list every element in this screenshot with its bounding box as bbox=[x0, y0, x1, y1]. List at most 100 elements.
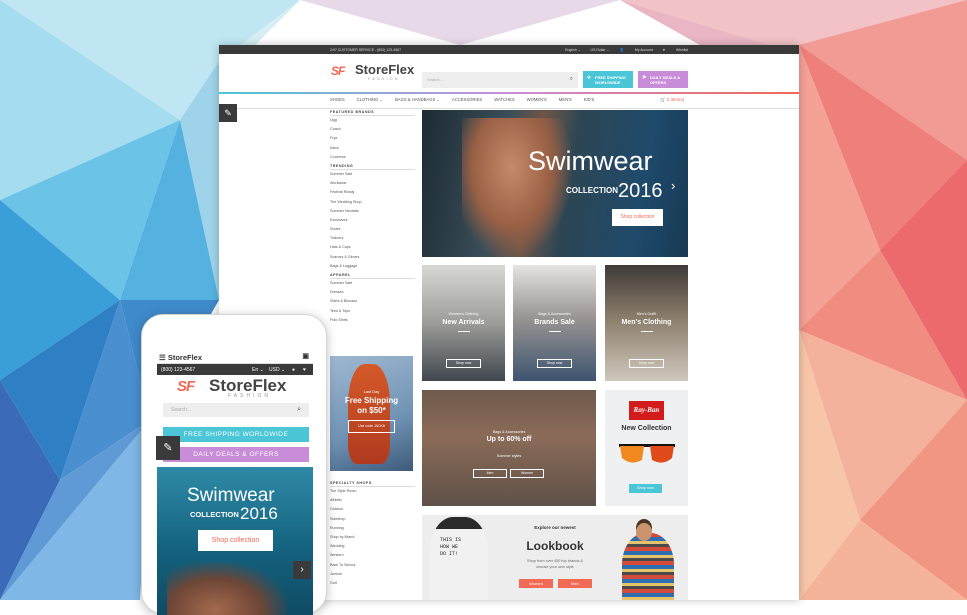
sidebar-item[interactable]: Wedding bbox=[330, 542, 415, 551]
free-shipping-promo[interactable]: Last Day Free Shipping on $50* Use code … bbox=[330, 356, 413, 471]
sidebar-item[interactable]: Converse bbox=[330, 153, 415, 162]
sidebar-item[interactable]: Back To School bbox=[330, 561, 415, 570]
sidebar-item[interactable]: Workwear bbox=[330, 179, 415, 188]
shop-now-button[interactable]: Shop now bbox=[629, 484, 662, 493]
nav-item-watches[interactable]: WATCHES bbox=[494, 97, 514, 107]
sidebar-item[interactable]: Outdoor bbox=[330, 505, 415, 514]
promo-code-button[interactable]: Use code JACK8 bbox=[348, 420, 395, 433]
mens-clothing-tile[interactable]: Men's Outfit Men's Clothing Shop now bbox=[605, 265, 688, 381]
hero-model-image bbox=[167, 562, 287, 615]
new-collection-title: New Collection bbox=[621, 425, 672, 432]
sidebar-item[interactable]: Shoes bbox=[330, 225, 415, 234]
my-account-link[interactable]: 👤 My Account bbox=[619, 48, 652, 52]
nav-item-mens[interactable]: MEN'S bbox=[559, 97, 572, 107]
rayban-logo: Ray-Ban bbox=[629, 401, 664, 420]
sidebar-item[interactable]: The Wedding Shop bbox=[330, 198, 415, 207]
sidebar-item[interactable]: Western bbox=[330, 551, 415, 560]
nav-item-womens[interactable]: WOMEN'S bbox=[527, 97, 547, 107]
cart-icon[interactable]: ▣ bbox=[302, 352, 309, 360]
mobile-lang-select[interactable]: En ⌄ bbox=[252, 367, 264, 373]
sidebar-item[interactable]: Festival Ready bbox=[330, 188, 415, 197]
cart-link[interactable]: 🛒 0 item(s) bbox=[660, 97, 684, 103]
mobile-free-shipping[interactable]: FREE SHIPPING WORLDWIDE bbox=[163, 427, 309, 442]
sidebar-item[interactable]: Trainers bbox=[330, 234, 415, 243]
nav-item-shoes[interactable]: SHOES bbox=[330, 97, 345, 107]
heart-icon[interactable]: ♥ bbox=[303, 367, 306, 373]
sidebar-item[interactable]: Bags & Luggage bbox=[330, 262, 415, 271]
sidebar-item[interactable]: Athletic bbox=[330, 496, 415, 505]
wishlist-link[interactable]: ♥ Wishlist bbox=[663, 48, 688, 52]
lookbook-banner[interactable]: THIS IS HOW WE DO IT! Explore our newest… bbox=[422, 515, 688, 600]
men-button[interactable]: Men bbox=[558, 579, 592, 588]
chevron-right-icon[interactable]: › bbox=[293, 561, 311, 579]
hero-collection: COLLECTION bbox=[566, 186, 618, 195]
sidebar-item[interactable]: Sideshop bbox=[330, 515, 415, 524]
sidebar-item[interactable]: Running bbox=[330, 524, 415, 533]
mobile-logo[interactable]: SF StoreFlex FASHION bbox=[157, 375, 313, 401]
sidebar-item[interactable]: Shirts & Blouses bbox=[330, 297, 415, 306]
sidebar-item[interactable]: Scarves & Gloves bbox=[330, 253, 415, 262]
mobile-currency-select[interactable]: USD ⌄ bbox=[269, 367, 285, 373]
women-button[interactable]: Women bbox=[510, 469, 544, 478]
women-button[interactable]: Women bbox=[519, 579, 553, 588]
shop-now-button[interactable]: Shop now bbox=[446, 359, 481, 368]
sidebar-item[interactable]: Shop by Brand bbox=[330, 533, 415, 542]
shop-collection-button[interactable]: Shop collection bbox=[198, 530, 273, 551]
new-arrivals-tile[interactable]: Women's Clothing New Arrivals Shop now bbox=[422, 265, 505, 381]
men-button[interactable]: Men bbox=[473, 469, 507, 478]
mobile-daily-deals[interactable]: DAILY DEALS & OFFERS bbox=[163, 447, 309, 462]
sidebar-item[interactable]: Summer Sale bbox=[330, 170, 415, 179]
currency-select[interactable]: US Dollar ⌄ bbox=[591, 48, 610, 52]
sidebar-item[interactable]: Juniors bbox=[330, 570, 415, 579]
nav-item-accessories[interactable]: ACCESSORIES bbox=[452, 97, 482, 107]
sidebar-item[interactable]: The Style Room bbox=[330, 487, 415, 496]
brands-sale-tile[interactable]: Bags & Accessories Brands Sale Shop now bbox=[513, 265, 596, 381]
search-input[interactable]: Search... ⌕ bbox=[422, 72, 578, 88]
nav-item-clothing[interactable]: CLOTHING ⌄ bbox=[357, 97, 383, 107]
sidebar-item[interactable]: Exclusives bbox=[330, 216, 415, 225]
mobile-hero-banner[interactable]: Swimwear COLLECTION 2016 Shop collection… bbox=[157, 467, 313, 615]
sidebar-item[interactable]: Polo Shirts bbox=[330, 316, 415, 325]
customer-service-text: 24/7 CUSTOMER SERVICE - (800) 123-4567 bbox=[330, 47, 402, 52]
sidebar-item[interactable]: Summer Sale bbox=[330, 279, 415, 288]
edit-icon[interactable]: ✎ bbox=[219, 104, 237, 122]
cart-icon: 🛒 bbox=[660, 97, 666, 102]
sunglasses-tile[interactable]: Ray-Ban New Collection Shop now bbox=[605, 390, 688, 506]
sidebar-item[interactable]: Summer Neutrals bbox=[330, 207, 415, 216]
mobile-search-input[interactable]: Search... ⌕ bbox=[163, 403, 309, 417]
sidebar-item[interactable]: Asics bbox=[330, 144, 415, 153]
mobile-screen: ☰ StoreFlex ▣ (800) 123-4567 En ⌄ USD ⌄ … bbox=[157, 350, 313, 615]
sidebar-item[interactable]: Tees & Tops bbox=[330, 307, 415, 316]
language-select[interactable]: English ⌄ bbox=[565, 48, 580, 52]
search-icon[interactable]: ⌕ bbox=[570, 76, 573, 83]
edit-icon[interactable]: ✎ bbox=[156, 436, 180, 460]
sidebar-item[interactable]: Coach bbox=[330, 125, 415, 134]
sidebar-item[interactable]: Dresses bbox=[330, 288, 415, 297]
nav-item-bags[interactable]: BAGS & HANDBAGS ⌄ bbox=[395, 97, 440, 107]
sidebar-item[interactable]: Frye bbox=[330, 134, 415, 143]
hero-banner[interactable]: Swimwear COLLECTION 2016 Shop collection… bbox=[422, 110, 688, 257]
shop-collection-button[interactable]: Shop collection bbox=[612, 209, 663, 226]
user-icon[interactable]: ● bbox=[292, 367, 295, 373]
hero-title: Swimwear bbox=[528, 146, 653, 176]
daily-deals-badge[interactable]: ⚑ DAILY DEALS & OFFERS bbox=[638, 71, 688, 88]
sidebar-item[interactable]: Ugg bbox=[330, 116, 415, 125]
main-nav: SHOES CLOTHING ⌄ BAGS & HANDBAGS ⌄ ACCES… bbox=[330, 97, 690, 107]
logo-sub: FASHION bbox=[368, 76, 400, 81]
sidebar-item[interactable]: Hats & Caps bbox=[330, 243, 415, 252]
nav-item-kids[interactable]: KID'S bbox=[584, 97, 595, 107]
chevron-right-icon[interactable]: › bbox=[671, 178, 675, 193]
free-shipping-badge[interactable]: ✈ FREE SHIPPING WORLDWIDE bbox=[583, 71, 633, 88]
shop-now-button[interactable]: Shop now bbox=[629, 359, 664, 368]
hero-year: 2016 bbox=[240, 504, 278, 523]
shop-now-button[interactable]: Shop now bbox=[537, 359, 572, 368]
promo-title2: on $50* bbox=[357, 406, 386, 415]
sidebar-categories: FEATURED BRANDS Ugg Coach Frye Asics Con… bbox=[330, 108, 415, 325]
top-bar: 24/7 CUSTOMER SERVICE - (800) 123-4567 E… bbox=[219, 45, 799, 54]
sidebar-item[interactable]: Golf bbox=[330, 579, 415, 588]
search-icon[interactable]: ⌕ bbox=[297, 406, 301, 414]
bags-sale-tile[interactable]: Bags & Accessories Up to 60% off Summer … bbox=[422, 390, 596, 506]
model-man-head bbox=[636, 523, 652, 541]
mobile-brand: StoreFlex bbox=[167, 353, 203, 362]
menu-icon[interactable]: ☰ bbox=[159, 353, 166, 362]
